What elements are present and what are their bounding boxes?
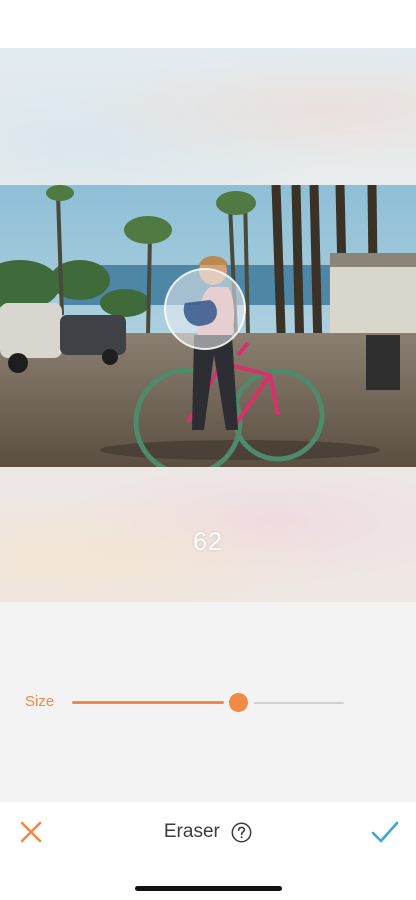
bottom-toolbar: Eraser xyxy=(0,802,416,900)
size-slider-track xyxy=(254,702,344,704)
size-label: Size xyxy=(25,693,55,710)
size-slider[interactable] xyxy=(72,688,344,718)
help-button[interactable] xyxy=(231,822,252,843)
photo-canvas[interactable] xyxy=(0,185,416,467)
editor-canvas[interactable]: 62 xyxy=(0,48,416,602)
help-circle-icon xyxy=(231,822,252,842)
size-slider-fill xyxy=(72,701,224,704)
checkmark-icon xyxy=(371,821,399,843)
home-indicator xyxy=(135,886,282,891)
blurred-background-top xyxy=(0,48,416,185)
confirm-button[interactable] xyxy=(369,817,401,847)
size-slider-thumb[interactable] xyxy=(229,693,248,712)
status-bar xyxy=(0,0,416,48)
tool-title: Eraser xyxy=(0,821,416,843)
brush-size-indicator: 62 xyxy=(193,528,223,556)
tool-title-text: Eraser xyxy=(163,821,220,842)
